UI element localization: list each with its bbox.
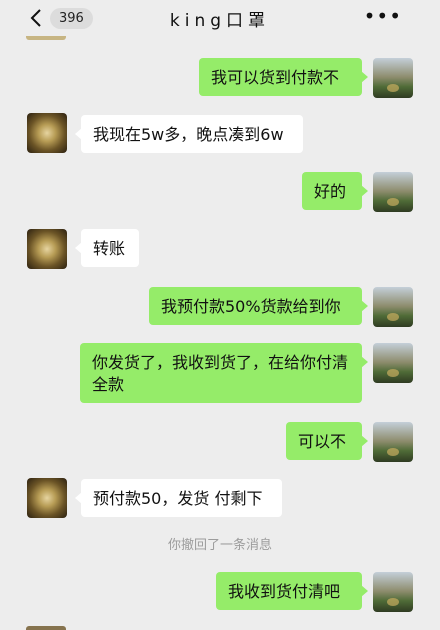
my-avatar[interactable] (373, 343, 413, 383)
more-dots-icon[interactable]: ••• (364, 4, 402, 28)
message-bubble[interactable]: 我预付款50%货款给到你 (149, 287, 368, 325)
contact-avatar[interactable] (27, 113, 67, 153)
contact-avatar[interactable] (27, 478, 67, 518)
message-bubble[interactable]: 我可以货到付款不 (199, 58, 368, 96)
message-bubble[interactable]: 转账 (75, 229, 139, 267)
message-bubble[interactable]: 我现在5w多，晚点凑到6w (75, 115, 303, 153)
contact-avatar[interactable] (27, 229, 67, 269)
message-bubble[interactable]: 好的 (302, 172, 368, 210)
message-bubble[interactable]: 预付款50，发货 付剩下 (75, 479, 282, 517)
message-bubble[interactable]: 你发货了，我收到货了，在给你付清全款 (80, 343, 368, 403)
my-avatar[interactable] (373, 572, 413, 612)
my-avatar[interactable] (373, 287, 413, 327)
chat-header: 396 king口罩 ••• (0, 0, 440, 36)
avatar-edge (26, 626, 66, 630)
my-avatar[interactable] (373, 58, 413, 98)
message-bubble[interactable]: 可以不 (286, 422, 368, 460)
my-avatar[interactable] (373, 422, 413, 462)
message-bubble[interactable]: 我收到货付清吧 (216, 572, 368, 610)
message-list[interactable]: 我可以货到付款不 我现在5w多，晚点凑到6w 好的 转账 我预付款50%货款给到… (0, 36, 440, 630)
recall-notice: 你撤回了一条消息 (167, 538, 272, 553)
my-avatar[interactable] (373, 172, 413, 212)
avatar-edge (26, 36, 66, 40)
